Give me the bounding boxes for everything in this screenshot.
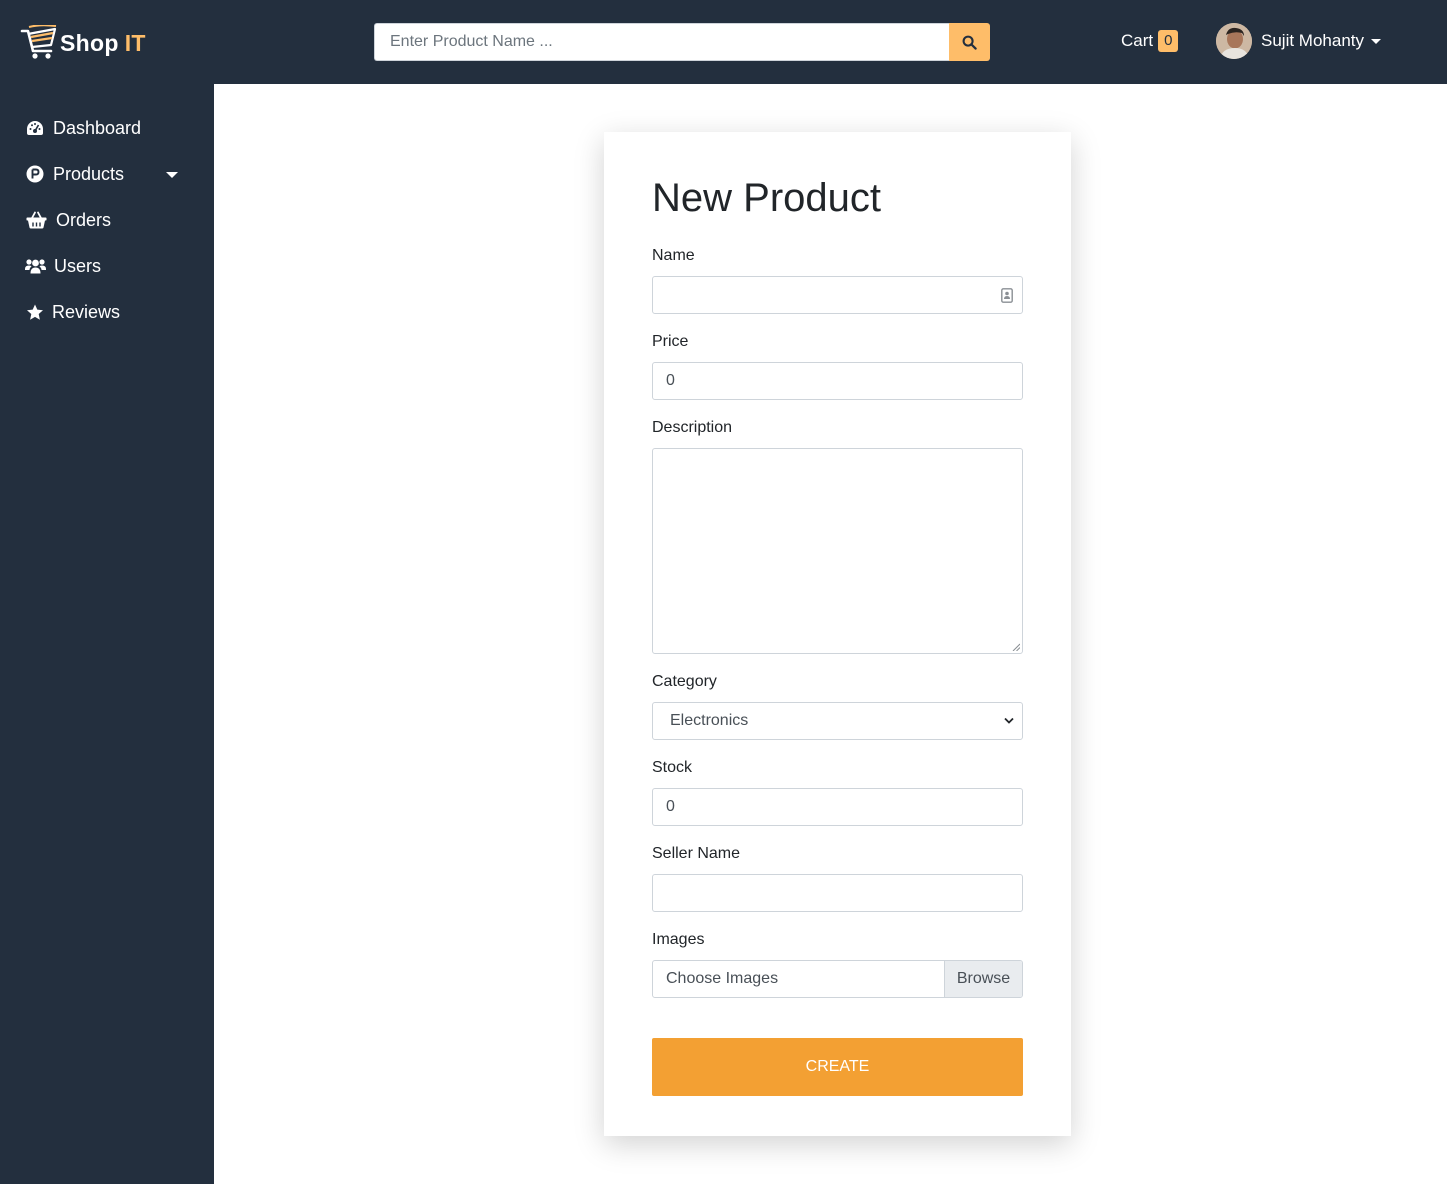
resize-handle-icon[interactable] [1012, 643, 1020, 651]
shopit-logo[interactable]: Shop IT [20, 24, 146, 62]
name-label: Name [652, 247, 695, 264]
category-label: Category [652, 673, 717, 690]
caret-down-icon[interactable] [166, 172, 178, 178]
description-label: Description [652, 419, 733, 436]
sidebar-item-users[interactable]: Users [25, 254, 101, 278]
sidebar-item-dashboard[interactable]: Dashboard [25, 116, 141, 140]
sidebar-item-reviews[interactable]: Reviews [25, 300, 120, 324]
description-field[interactable] [652, 448, 1023, 654]
price-label: Price [652, 333, 689, 350]
file-input-label: Choose Images [666, 970, 779, 987]
sidebar-item-label: Users [54, 255, 102, 276]
chevron-down-icon [1004, 717, 1014, 724]
top-navbar: ShopIT Cart 0 Sujit Mohanty [0, 0, 1447, 84]
shopping-basket-icon [25, 210, 47, 230]
stock-field[interactable]: 0 [652, 788, 1023, 826]
sidebar-item-products-row: Products [0, 162, 214, 186]
product-hunt-icon [25, 164, 45, 184]
tachometer-icon [25, 118, 45, 138]
sidebar-item-products[interactable]: Products [25, 162, 124, 186]
cart-link[interactable]: Cart 0 [1121, 30, 1179, 52]
logo-text-accent: IT [124, 29, 146, 56]
create-button[interactable]: CREATE [652, 1038, 1023, 1096]
search-icon [962, 35, 977, 50]
sidebar-item-orders[interactable]: Orders [25, 208, 111, 232]
star-icon [25, 302, 45, 322]
seller-name-field[interactable] [652, 874, 1023, 912]
seller-name-label: Seller Name [652, 845, 741, 862]
logo-text-main: Shop [60, 29, 119, 56]
category-select[interactable]: Electronics [652, 702, 1023, 740]
cart-label: Cart [1121, 31, 1154, 50]
browse-button[interactable]: Browse [944, 961, 1022, 997]
images-label: Images [652, 931, 705, 948]
sidebar-item-label: Products [53, 163, 125, 184]
search-bar [374, 23, 990, 61]
page-title: New Product [652, 176, 881, 220]
stock-label: Stock [652, 759, 693, 776]
autofill-contact-icon[interactable] [1001, 288, 1013, 303]
sidebar-item-label: Reviews [52, 301, 121, 322]
sidebar-item-label: Dashboard [53, 117, 142, 138]
sidebar: Dashboard Products Orders Users Reviews [0, 84, 214, 1184]
search-button[interactable] [949, 23, 990, 61]
cart-count-badge: 0 [1158, 30, 1179, 52]
stock-value: 0 [666, 798, 675, 815]
search-input[interactable] [374, 23, 949, 61]
users-icon [25, 256, 46, 276]
avatar [1216, 23, 1252, 59]
chevron-down-icon [1371, 38, 1381, 44]
shopping-cart-icon [20, 25, 57, 59]
user-avatar-image [1216, 23, 1252, 59]
sidebar-item-label: Orders [56, 209, 112, 230]
name-field[interactable] [652, 276, 1023, 314]
user-menu-toggle[interactable]: Sujit Mohanty [1216, 23, 1381, 59]
user-name: Sujit Mohanty [1261, 31, 1364, 50]
price-value: 0 [666, 372, 675, 389]
new-product-form: New Product Name Price 0 Description Cat… [604, 132, 1071, 1136]
category-selected-value: Electronics [670, 712, 749, 729]
images-file-input[interactable]: Choose Images Browse [652, 960, 1023, 998]
logo-text: Shop IT [60, 30, 146, 57]
price-field[interactable]: 0 [652, 362, 1023, 400]
